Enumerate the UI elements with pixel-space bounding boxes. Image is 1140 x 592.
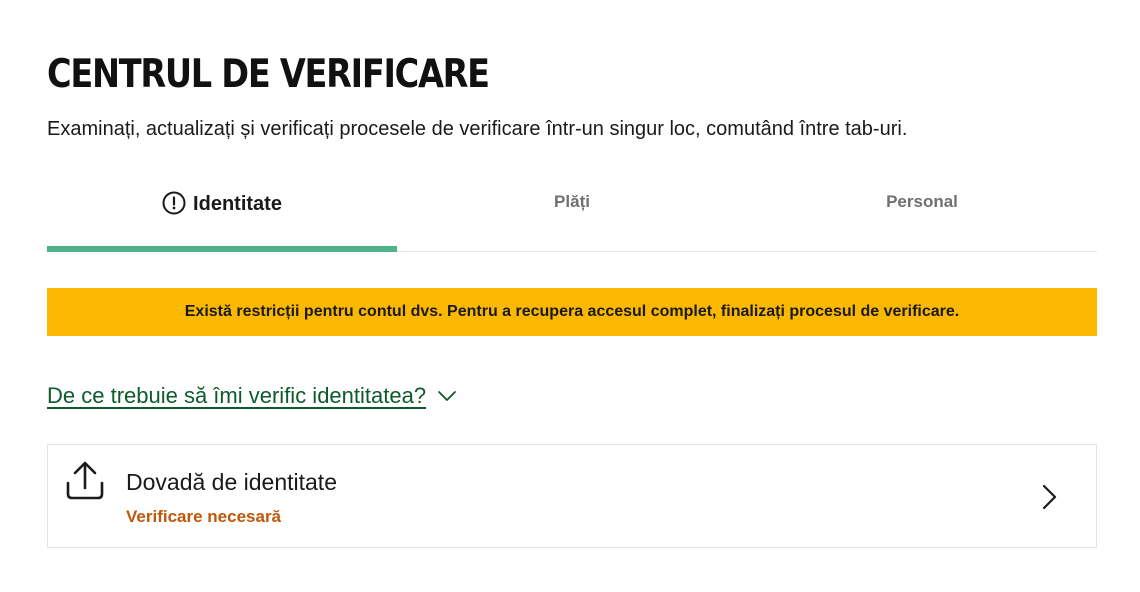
alert-text: Există restricții pentru contul dvs. Pen… — [184, 303, 960, 320]
tab-identitate[interactable]: Identitate — [47, 170, 397, 252]
chevron-down-icon — [436, 385, 458, 407]
why-verify-toggle[interactable]: De ce trebuie să îmi verific identitatea… — [47, 380, 458, 412]
card-title: Dovadă de identitate — [126, 469, 337, 495]
proof-of-identity-card[interactable]: Dovadă de identitate Verificare necesară — [47, 444, 1097, 548]
tab-label: Plăți — [554, 192, 590, 211]
tab-label: Identitate — [193, 193, 282, 215]
restriction-alert-banner: Există restricții pentru contul dvs. Pen… — [47, 288, 1097, 336]
tab-bar: Identitate Plăți Personal — [47, 170, 1097, 252]
tab-plati[interactable]: Plăți — [397, 170, 747, 251]
tab-personal[interactable]: Personal — [747, 170, 1097, 251]
exclamation-circle-icon — [162, 191, 186, 215]
chevron-right-icon[interactable] — [1038, 483, 1060, 511]
tab-label: Personal — [886, 192, 958, 211]
upload-icon — [65, 461, 105, 501]
verification-center-page: CENTRUL DE VERIFICARE Examinați, actuali… — [0, 0, 1140, 592]
page-subtitle: Examinați, actualizați și verificați pro… — [47, 118, 908, 140]
page-title: CENTRUL DE VERIFICARE — [47, 52, 490, 97]
card-status: Verificare necesară — [126, 507, 282, 526]
why-verify-link[interactable]: De ce trebuie să îmi verific identitatea… — [47, 380, 426, 412]
